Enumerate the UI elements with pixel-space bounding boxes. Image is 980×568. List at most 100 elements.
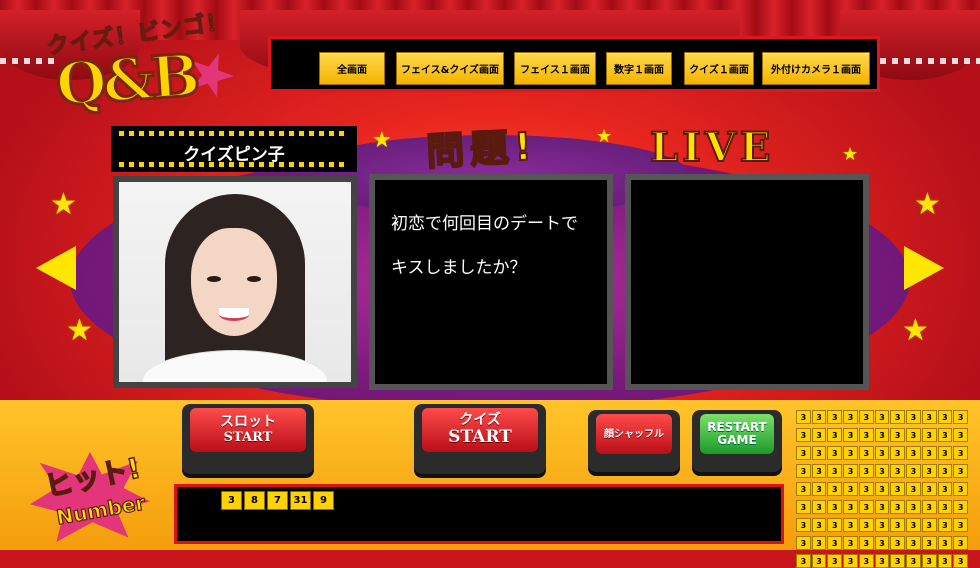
bingo-number-cell: 3 [890, 428, 906, 442]
left-arrow-decoration [36, 246, 76, 290]
bingo-number-cell: 3 [796, 410, 811, 424]
nav-button-external-camera[interactable]: 外付けカメラ１画面 [762, 52, 870, 85]
bingo-number-cell: 3 [921, 410, 937, 424]
bingo-number-cell: 3 [858, 518, 874, 532]
slot-start-cap: スロット START [190, 408, 306, 452]
quiz-start-cap: クイズ START [422, 408, 538, 452]
bingo-number-cell: 3 [906, 446, 921, 460]
app-logo: クイズ！ビンゴ！ Q&B [38, 9, 248, 120]
bingo-number-cell: 3 [906, 554, 921, 568]
bingo-number-cell: 3 [827, 446, 843, 460]
bingo-number-cell: 3 [874, 500, 890, 514]
bingo-number-cell: 3 [874, 410, 890, 424]
hit-number-logo: ヒット! Number [30, 451, 170, 544]
bingo-number-cell: 3 [858, 410, 874, 424]
nav-button-fullscreen[interactable]: 全画面 [319, 52, 385, 85]
bingo-number-cell: 3 [811, 446, 827, 460]
bingo-number-cell: 3 [858, 536, 874, 550]
question-title: 問題! [424, 123, 539, 175]
live-title: LIVE [649, 123, 775, 172]
bingo-number-cell: 3 [874, 428, 890, 442]
bingo-number-cell: 3 [811, 554, 827, 568]
photo-eye [207, 276, 221, 282]
hit-number-cell: 8 [244, 491, 265, 510]
bingo-number-cell: 3 [811, 500, 827, 514]
hit-number-list: 3 8 7 31 9 [221, 491, 334, 510]
bingo-number-cell: 3 [843, 518, 858, 532]
light-string-right [880, 58, 980, 64]
bingo-number-cell: 3 [827, 428, 843, 442]
bingo-number-cell: 3 [890, 500, 906, 514]
bingo-number-cell: 3 [827, 518, 843, 532]
bingo-number-cell: 3 [827, 536, 843, 550]
bingo-number-cell: 3 [937, 554, 953, 568]
bingo-number-cell: 3 [843, 446, 858, 460]
bingo-number-cell: 3 [811, 536, 827, 550]
bingo-number-cell: 3 [874, 554, 890, 568]
contestant-photo [119, 182, 351, 382]
bingo-number-cell: 3 [906, 500, 921, 514]
bingo-number-cell: 3 [858, 428, 874, 442]
nav-button-number[interactable]: 数字１画面 [606, 52, 672, 85]
bingo-number-cell: 3 [890, 464, 906, 478]
face-shuffle-cap: 顔シャッフル [596, 414, 672, 454]
bingo-number-cell: 3 [906, 464, 921, 478]
hit-number-cell: 7 [267, 491, 288, 510]
bingo-number-cell: 3 [858, 482, 874, 496]
bingo-number-cell: 3 [811, 518, 827, 532]
bingo-number-cell: 3 [937, 428, 953, 442]
bingo-number-cell: 3 [937, 518, 953, 532]
bingo-number-cell: 3 [953, 554, 968, 568]
bingo-number-cell: 3 [906, 518, 921, 532]
restart-label-2: GAME [717, 433, 757, 447]
quiz-start-label-2: START [448, 427, 512, 448]
star-icon: ★ [66, 313, 93, 348]
bingo-number-cell: 3 [827, 464, 843, 478]
bingo-number-cell: 3 [906, 428, 921, 442]
bingo-number-cell: 3 [921, 428, 937, 442]
bingo-number-cell: 3 [890, 554, 906, 568]
bingo-number-cell: 3 [921, 536, 937, 550]
slot-start-label-1: スロット [220, 414, 276, 431]
nav-button-face[interactable]: フェイス１画面 [514, 52, 596, 85]
bingo-number-cell: 3 [906, 536, 921, 550]
bingo-number-cell: 3 [953, 518, 968, 532]
bingo-number-cell: 3 [953, 464, 968, 478]
hit-number-panel: 3 8 7 31 9 [174, 484, 784, 544]
bingo-number-cell: 3 [937, 446, 953, 460]
bingo-number-cell: 3 [890, 518, 906, 532]
restart-game-button[interactable]: RESTART GAME [692, 410, 782, 472]
nav-button-quiz[interactable]: クイズ１画面 [684, 52, 754, 85]
bingo-number-grid: 3333333333333333333333333333333333333333… [796, 410, 968, 568]
bingo-number-cell: 3 [921, 464, 937, 478]
bingo-number-cell: 3 [796, 500, 811, 514]
quiz-start-button[interactable]: クイズ START [414, 404, 546, 474]
marquee-bulbs-top [119, 131, 349, 136]
bingo-number-cell: 3 [858, 554, 874, 568]
slot-start-button[interactable]: スロット START [182, 404, 314, 474]
bingo-number-cell: 3 [874, 464, 890, 478]
bingo-number-cell: 3 [874, 482, 890, 496]
bingo-number-cell: 3 [827, 482, 843, 496]
bingo-number-cell: 3 [796, 536, 811, 550]
star-icon: ★ [372, 128, 392, 153]
bingo-number-cell: 3 [890, 482, 906, 496]
marquee-bulbs-bottom [119, 162, 349, 167]
bingo-number-cell: 3 [843, 554, 858, 568]
bingo-number-cell: 3 [811, 428, 827, 442]
bingo-number-cell: 3 [953, 500, 968, 514]
bingo-number-cell: 3 [953, 536, 968, 550]
question-line-1: 初恋で何回目のデートで [391, 214, 578, 234]
slot-start-label-2: START [223, 429, 273, 445]
bingo-number-cell: 3 [858, 464, 874, 478]
bingo-number-cell: 3 [937, 500, 953, 514]
photo-eye [247, 276, 261, 282]
bingo-number-cell: 3 [937, 464, 953, 478]
bingo-number-cell: 3 [811, 464, 827, 478]
bingo-number-cell: 3 [827, 500, 843, 514]
bingo-number-cell: 3 [906, 410, 921, 424]
face-shuffle-button[interactable]: 顔シャッフル [588, 410, 680, 472]
nav-button-face-quiz[interactable]: フェイス&クイズ画面 [396, 52, 504, 85]
question-text: 初恋で何回目のデートで キスしましたか？ [391, 202, 601, 290]
bingo-number-cell: 3 [953, 410, 968, 424]
